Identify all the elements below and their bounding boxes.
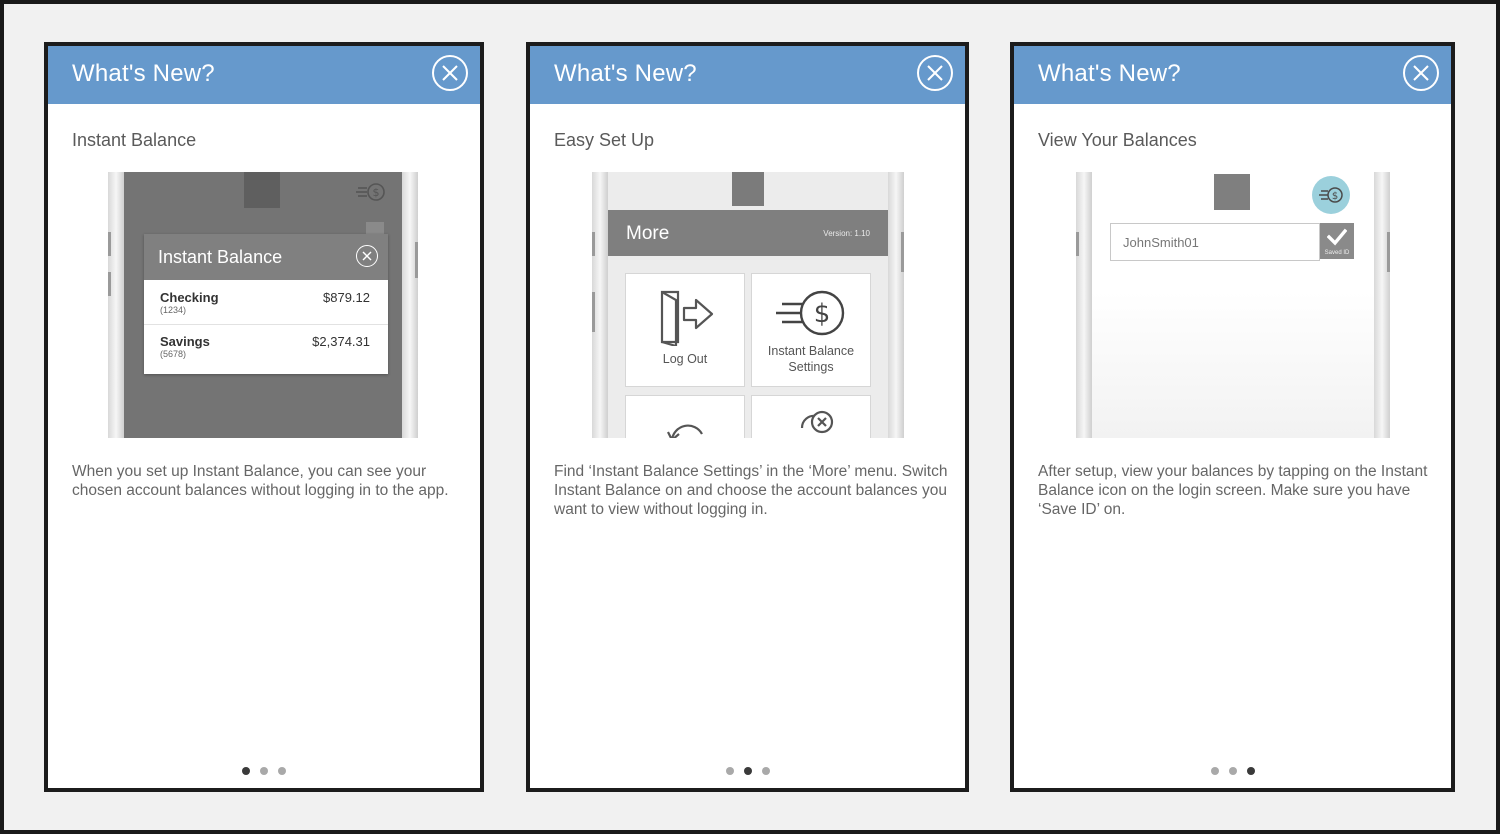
checkmark-icon: [1327, 228, 1347, 246]
logo-placeholder: [244, 172, 280, 208]
card-description: When you set up Instant Balance, you can…: [72, 463, 449, 499]
card-subtitle: Easy Set Up: [554, 130, 655, 150]
card-description: After setup, view your balances by tappi…: [1038, 463, 1428, 518]
card-subtitle: Instant Balance: [72, 130, 197, 150]
instant-balance-icon: $: [1319, 187, 1343, 203]
card-header: What's New?: [530, 46, 965, 104]
whats-new-card-easy-set-up: What's New? Easy Set Up More Version: 1.…: [526, 42, 969, 792]
whats-new-card-view-balances: What's New? View Your Balances $ JohnSmi…: [1010, 42, 1455, 792]
version-label: Version: 1.10: [823, 229, 870, 238]
close-icon: [927, 65, 943, 81]
phone-screen: $ JohnSmith01 Saved ID: [1092, 172, 1374, 438]
logo-placeholder: [732, 172, 764, 206]
tile-instant-balance-settings[interactable]: $ Instant Balance Settings: [752, 274, 870, 386]
page-dot-2[interactable]: [1228, 767, 1237, 775]
svg-text:$: $: [814, 299, 831, 329]
account-balance: $2,374.31: [312, 334, 370, 349]
card-header: What's New?: [48, 46, 480, 104]
account-row-savings: Savings (5678) $2,374.31: [144, 324, 388, 368]
card-title: What's New?: [72, 60, 215, 87]
close-button[interactable]: [1403, 55, 1439, 91]
account-row-checking: Checking (1234) $879.12: [144, 280, 388, 325]
card-title: What's New?: [1038, 60, 1181, 87]
page-dot-1[interactable]: [725, 767, 734, 775]
tile-partial-1[interactable]: [626, 396, 744, 438]
page-dot-3[interactable]: [1246, 767, 1255, 775]
close-button[interactable]: [917, 55, 953, 91]
instant-balance-button[interactable]: $: [1312, 176, 1350, 214]
pagination-dots: [48, 762, 480, 780]
tile-label: Log Out: [662, 352, 708, 366]
page-dot-3[interactable]: [761, 767, 770, 775]
user-id-value: JohnSmith01: [1123, 235, 1199, 250]
more-menu-title: More: [626, 223, 670, 244]
modal-close-button[interactable]: [356, 245, 378, 267]
phone-screen: $ Instant Balance Checking (1234) $879.1…: [124, 172, 402, 438]
page-dot-2[interactable]: [743, 767, 752, 775]
close-button[interactable]: [432, 55, 468, 91]
more-menu-header: More Version: 1.10: [608, 210, 888, 256]
saved-id-label: Saved ID: [1324, 250, 1350, 256]
account-name: Checking: [160, 290, 219, 305]
svg-text:$: $: [373, 186, 380, 199]
close-icon: [442, 65, 458, 81]
saved-id-checkbox[interactable]: Saved ID: [1320, 223, 1354, 259]
account-number: (5678): [160, 349, 187, 359]
card-header: What's New?: [1014, 46, 1451, 104]
page-dot-1[interactable]: [242, 767, 250, 775]
phone-screen: More Version: 1.10 Log Out $ Instant Bal…: [608, 172, 888, 438]
phone-mockup: $ JohnSmith01 Saved ID: [1076, 172, 1390, 438]
pagination-dots: [1014, 762, 1451, 780]
phone-mockup: More Version: 1.10 Log Out $ Instant Bal…: [592, 172, 904, 438]
svg-text:$: $: [1332, 191, 1338, 202]
modal-title: Instant Balance: [158, 247, 283, 267]
pagination-dots: [530, 762, 965, 780]
page-dot-2[interactable]: [260, 767, 268, 775]
tile-partial-2[interactable]: [752, 396, 870, 438]
account-number: (1234): [160, 305, 187, 315]
tile-label-line-2: Settings: [788, 360, 834, 374]
phone-mockup: $ Instant Balance Checking (1234) $879.1…: [108, 172, 418, 438]
instant-balance-icon: $: [776, 290, 845, 336]
card-subtitle: View Your Balances: [1038, 130, 1197, 150]
account-balance: $879.12: [323, 290, 370, 305]
card-title: What's New?: [554, 60, 697, 87]
tile-log-out[interactable]: Log Out: [626, 274, 744, 386]
page-dot-1[interactable]: [1210, 767, 1219, 775]
close-icon: [362, 251, 372, 261]
whats-new-card-instant-balance: What's New? Instant Balance $ Instant Ba…: [44, 42, 484, 792]
close-icon: [1413, 65, 1429, 81]
page-dot-3[interactable]: [278, 767, 286, 775]
tile-label-line-1: Instant Balance: [767, 344, 855, 358]
instant-balance-modal: Instant Balance Checking (1234) $879.12 …: [144, 234, 388, 374]
card-description: Find ‘Instant Balance Settings’ in the ‘…: [554, 463, 948, 518]
log-out-icon: [660, 290, 714, 346]
account-name: Savings: [160, 334, 210, 349]
remove-chat-icon: [800, 410, 834, 434]
instant-balance-icon: $: [356, 183, 385, 201]
refresh-icon: [667, 424, 703, 438]
logo-placeholder: [1214, 174, 1250, 210]
user-id-input[interactable]: JohnSmith01: [1110, 223, 1320, 261]
